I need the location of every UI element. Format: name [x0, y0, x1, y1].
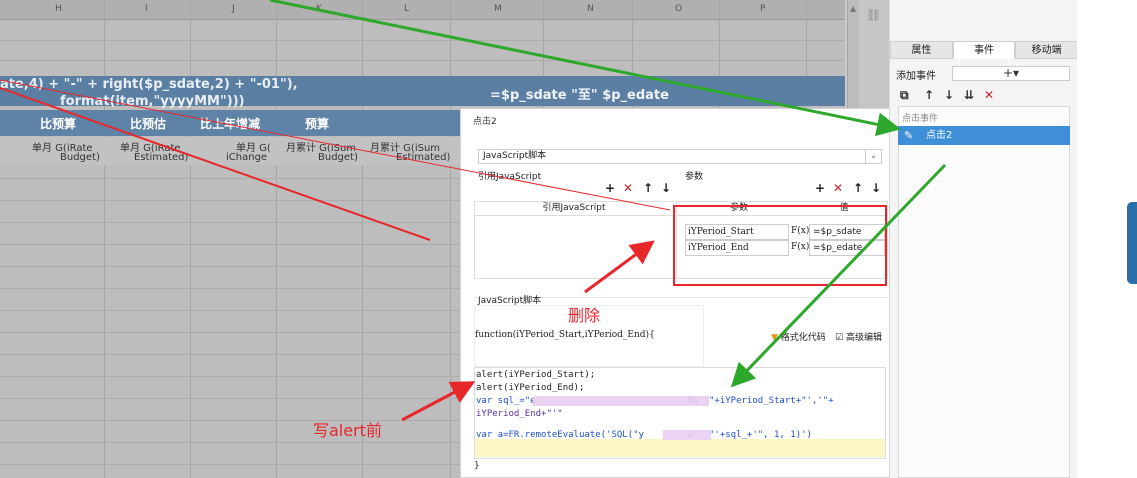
green-arrow: [269, 0, 901, 137]
red-line: [0, 87, 431, 241]
green-arrow: [730, 163, 947, 388]
red-arrow: [401, 381, 476, 422]
red-arrow: [584, 240, 655, 294]
red-line: [0, 79, 671, 211]
screen: H I J K L M N O P: [0, 0, 1137, 478]
annotation-arrows: [0, 0, 947, 422]
